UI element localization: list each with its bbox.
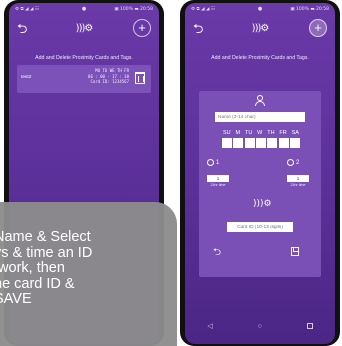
nav-recents-icon[interactable] [306, 323, 313, 329]
delete-icon[interactable] [135, 72, 145, 84]
day-label-fr: FR [279, 130, 287, 136]
form-back-icon[interactable]: ⮌ [213, 245, 221, 262]
right-screen: ⚙ ⧉ ◢ ◢ ☷ ● ▣ 100% ▬ 20:58 ⮌ )))⚙ + Add … [185, 3, 335, 344]
timer-2-label: 2 [296, 159, 300, 166]
nfc-icon: )))⚙ [253, 199, 272, 209]
day-label-sa: SA [291, 130, 299, 136]
day-label-th: TH [267, 130, 275, 136]
day-checkbox-th[interactable] [267, 138, 278, 148]
timer-1-input[interactable]: 1 [207, 175, 229, 182]
status-bar: ⚙ ⧉ ◢ ◢ ☷ ● ▣ 100% ▬ 20:58 [9, 3, 159, 15]
timer-2: 2 1 24hr time [287, 154, 311, 187]
card-entry[interactable]: test2 MO TU WE TH FR 06 : 00 - 17 : 30 C… [17, 65, 151, 93]
save-icon[interactable] [291, 247, 299, 256]
day-labels: SU M TU W TH FR SA [223, 130, 299, 136]
app-logo: )))⚙ [75, 23, 94, 34]
page-subtitle: Add and Delete Proximity Cards and Tags. [211, 55, 309, 61]
day-label-su: SU [223, 130, 231, 136]
day-checkbox-w[interactable] [255, 138, 266, 148]
entry-card-id: Card ID: 1234567 [90, 79, 129, 85]
day-checkbox-m[interactable] [233, 138, 244, 148]
clock-icon [287, 159, 294, 167]
status-left: ⚙ ⧉ ◢ ◢ ☷ [191, 7, 215, 12]
instruction-tooltip: Name & Select ys & time an ID work, then… [0, 202, 177, 346]
timer-2-input[interactable]: 1 [287, 175, 309, 182]
day-checkbox-fr[interactable] [278, 138, 289, 148]
camera-dot: ● [81, 6, 87, 12]
status-bar: ⚙ ⧉ ◢ ◢ ☷ ● ▣ 100% ▬ 20:58 [185, 3, 335, 15]
card-id-input[interactable] [227, 222, 293, 232]
status-right: ▣ 100% ▬ 20:58 [114, 6, 153, 12]
nav-back-icon[interactable]: ◁ [207, 322, 212, 330]
right-phone: ⚙ ⧉ ◢ ◢ ☷ ● ▣ 100% ▬ 20:58 ⮌ )))⚙ + Add … [180, 0, 340, 346]
entry-details: MO TU WE TH FR 06 : 00 - 17 : 30 Card ID… [88, 68, 129, 85]
day-checkbox-tu[interactable] [244, 138, 255, 148]
status-left: ⚙ ⧉ ◢ ◢ ☷ [15, 7, 39, 12]
user-icon [255, 95, 265, 107]
system-nav-bar: ◁ ○ [185, 315, 335, 337]
tooltip-text: Name & Select ys & time an ID work, then… [0, 229, 93, 307]
timer-1-caption: 24hr time [210, 183, 226, 187]
page-subtitle: Add and Delete Proximity Cards and Tags. [35, 55, 133, 61]
add-button[interactable]: + [309, 19, 327, 37]
day-label-tu: TU [244, 130, 253, 136]
day-label-w: W [257, 130, 263, 136]
entry-name: test2 [21, 75, 32, 80]
app-bar: ⮌ )))⚙ + [9, 17, 159, 47]
app-bar: ⮌ )))⚙ + [185, 17, 335, 47]
clock-icon [207, 159, 214, 167]
app-logo: )))⚙ [251, 23, 270, 34]
add-button[interactable]: + [133, 19, 151, 37]
add-card-form: SU M TU W TH FR SA 1 1 24hr time [199, 91, 321, 277]
status-right: ▣ 100% ▬ 20:58 [290, 6, 329, 12]
name-input[interactable] [215, 112, 305, 122]
day-label-m: M [235, 130, 241, 136]
timer-1: 1 1 24hr time [207, 154, 231, 187]
day-checkboxes [222, 138, 300, 148]
timer-2-caption: 24hr time [290, 183, 306, 187]
camera-dot: ● [257, 6, 263, 12]
day-checkbox-sa[interactable] [289, 138, 300, 148]
back-button[interactable]: ⮌ [17, 21, 33, 37]
back-button[interactable]: ⮌ [193, 21, 209, 37]
day-checkbox-su[interactable] [222, 138, 232, 148]
timer-1-label: 1 [216, 159, 220, 166]
nav-home-icon[interactable]: ○ [258, 323, 262, 330]
